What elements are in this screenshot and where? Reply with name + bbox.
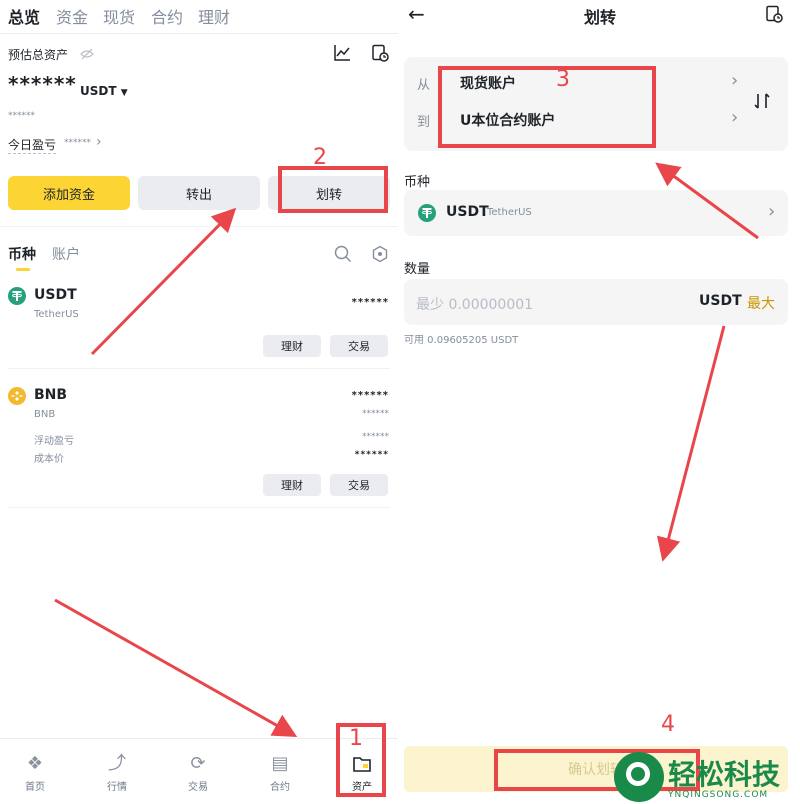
arrow-to-transfer — [90, 207, 237, 356]
watermark-logo — [614, 752, 664, 802]
arrow-to-accounts — [655, 162, 759, 240]
watermark-text: 轻松科技 — [668, 758, 781, 791]
arrow-to-assets — [54, 598, 298, 737]
watermark-url: YNQINGSONG.COM — [668, 790, 769, 800]
arrow-to-confirm — [656, 325, 726, 562]
annotation-arrows — [54, 162, 759, 737]
